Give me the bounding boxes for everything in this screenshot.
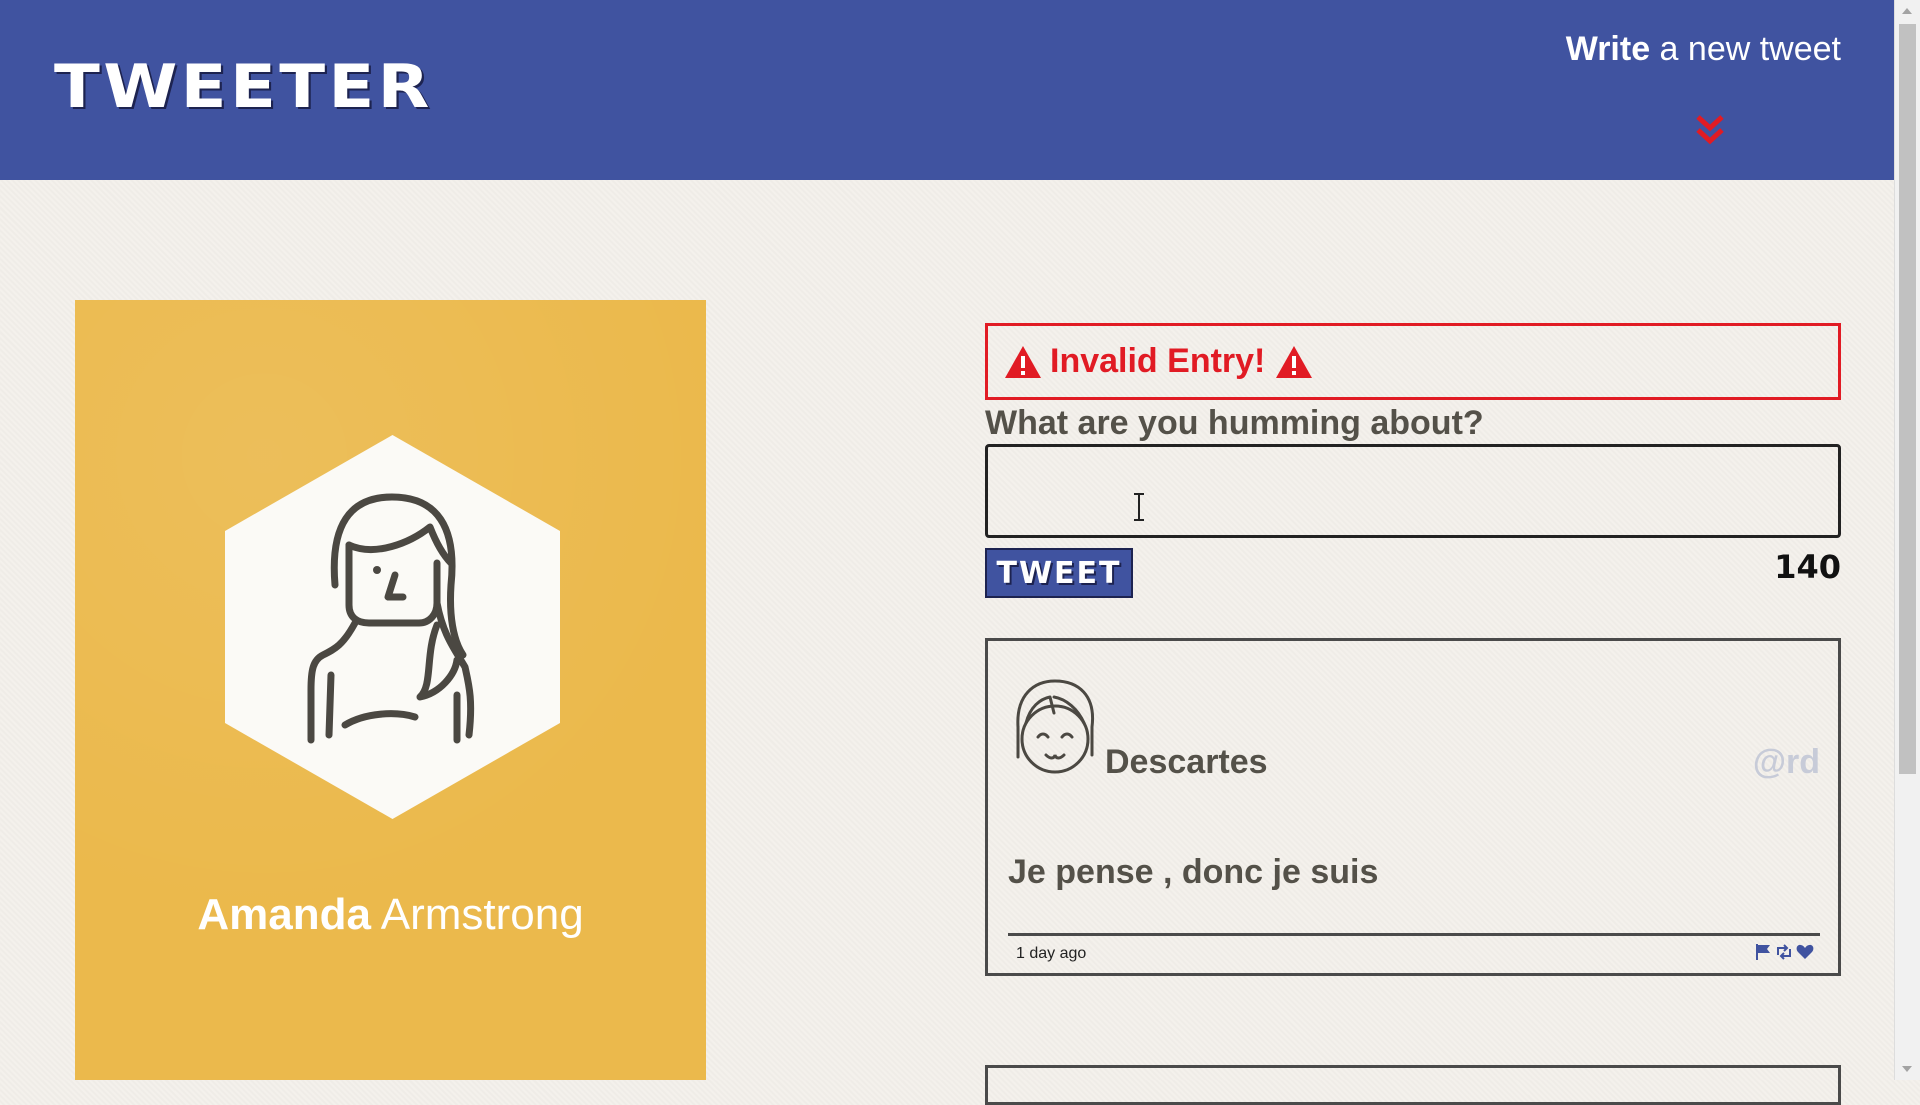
girl-face-avatar-icon (1016, 679, 1095, 774)
retweet-icon[interactable] (1775, 943, 1793, 961)
tweet-author-name: Descartes (1105, 743, 1268, 781)
tweet-card (985, 1065, 1841, 1105)
compose-toggle-rest: a new tweet (1650, 30, 1841, 68)
tweet-divider (1008, 933, 1820, 936)
warning-triangle-icon (1276, 345, 1313, 378)
profile-first-name: Amanda (197, 890, 371, 939)
tweet-button[interactable]: TWEET (985, 548, 1133, 598)
tweet-card: Descartes @rd Je pense , donc je suis 1 … (985, 638, 1841, 976)
woman-avatar-icon (225, 435, 560, 819)
tweet-actions (1754, 943, 1814, 961)
tweet-input[interactable] (985, 444, 1841, 538)
app-logo[interactable]: TWEETER (54, 52, 433, 122)
error-message: Invalid Entry! (985, 323, 1841, 400)
tweet-timestamp: 1 day ago (1016, 945, 1087, 962)
error-text: Invalid Entry! (1050, 342, 1266, 380)
tweet-body: Je pense , donc je suis (1008, 853, 1379, 891)
compose-toggle-bold: Write (1565, 30, 1651, 68)
double-chevron-down-icon[interactable] (1695, 113, 1725, 147)
navbar: TWEETER Write a new tweet (0, 0, 1895, 180)
profile-name: Amanda Armstrong (75, 890, 706, 940)
compose-toggle[interactable]: Write a new tweet (1541, 30, 1841, 69)
flag-icon[interactable] (1754, 943, 1772, 961)
tweet-composer: Invalid Entry! What are you humming abou… (985, 323, 1841, 598)
scrollbar[interactable] (1894, 0, 1920, 1080)
text-cursor-icon (1134, 493, 1144, 521)
scroll-down-arrow-icon[interactable] (1902, 1066, 1912, 1072)
char-counter: 140 (1774, 548, 1841, 586)
scroll-up-arrow-icon[interactable] (1902, 8, 1912, 14)
warning-triangle-icon (1005, 345, 1041, 378)
scroll-thumb[interactable] (1899, 24, 1916, 774)
heart-icon[interactable] (1796, 943, 1814, 961)
profile-last-name: Armstrong (380, 890, 584, 939)
profile-card: Amanda Armstrong (75, 300, 706, 1080)
compose-prompt: What are you humming about? (985, 404, 1484, 442)
tweet-author-handle: @rd (1752, 743, 1820, 781)
